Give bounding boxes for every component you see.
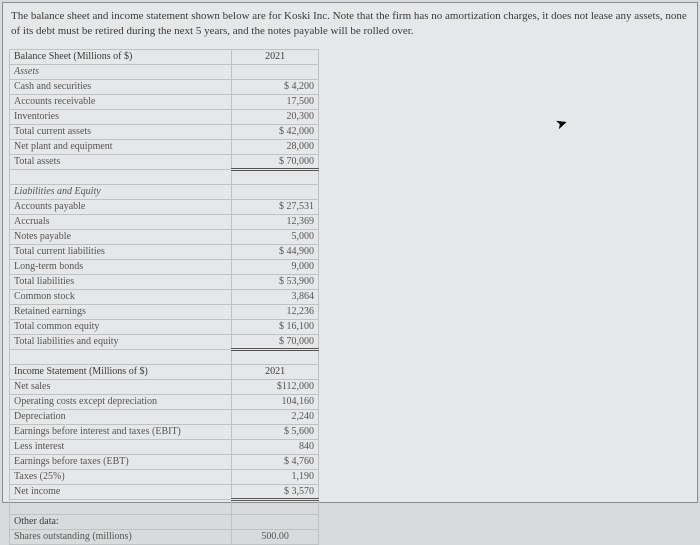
assets-header: Assets bbox=[10, 64, 232, 79]
row-label: Net plant and equipment bbox=[10, 139, 232, 154]
other-title: Other data: bbox=[10, 514, 232, 529]
bs-title: Balance Sheet (Millions of $) bbox=[10, 49, 232, 64]
row-value: $ 44,900 bbox=[232, 244, 319, 259]
row-label: Less interest bbox=[10, 439, 232, 454]
row-value: 12,369 bbox=[232, 214, 319, 229]
row-label: Accruals bbox=[10, 214, 232, 229]
row-label: Net income bbox=[10, 484, 232, 499]
row-value: $ 5,600 bbox=[232, 424, 319, 439]
liab-header: Liabilities and Equity bbox=[10, 184, 232, 199]
row-value: 20,300 bbox=[232, 109, 319, 124]
row-label: Taxes (25%) bbox=[10, 469, 232, 484]
row-label: Inventories bbox=[10, 109, 232, 124]
document-page: The balance sheet and income statement s… bbox=[2, 2, 698, 503]
row-label: Cash and securities bbox=[10, 79, 232, 94]
row-value: $ 53,900 bbox=[232, 274, 319, 289]
row-value: $ 27,531 bbox=[232, 199, 319, 214]
row-label: Shares outstanding (millions) bbox=[10, 529, 232, 544]
row-value: 9,000 bbox=[232, 259, 319, 274]
row-value: $ 16,100 bbox=[232, 319, 319, 334]
row-value: 5,000 bbox=[232, 229, 319, 244]
row-label: Depreciation bbox=[10, 409, 232, 424]
row-label: Notes payable bbox=[10, 229, 232, 244]
row-value: 840 bbox=[232, 439, 319, 454]
row-label: Long-term bonds bbox=[10, 259, 232, 274]
row-label: Total assets bbox=[10, 154, 232, 169]
row-value: $112,000 bbox=[232, 379, 319, 394]
bs-year: 2021 bbox=[232, 49, 319, 64]
row-label: Earnings before interest and taxes (EBIT… bbox=[10, 424, 232, 439]
row-value: 12,236 bbox=[232, 304, 319, 319]
row-label: Operating costs except depreciation bbox=[10, 394, 232, 409]
row-value: 104,160 bbox=[232, 394, 319, 409]
row-label: Total current assets bbox=[10, 124, 232, 139]
is-year: 2021 bbox=[232, 364, 319, 379]
row-label: Total liabilities bbox=[10, 274, 232, 289]
row-label: Retained earnings bbox=[10, 304, 232, 319]
row-value: $ 3,570 bbox=[232, 484, 319, 499]
row-label: Earnings before taxes (EBT) bbox=[10, 454, 232, 469]
row-label: Total liabilities and equity bbox=[10, 334, 232, 349]
row-label: Total common equity bbox=[10, 319, 232, 334]
problem-statement: The balance sheet and income statement s… bbox=[9, 9, 687, 39]
row-value: 2,240 bbox=[232, 409, 319, 424]
row-label: Accounts receivable bbox=[10, 94, 232, 109]
row-value: 500.00 bbox=[232, 529, 319, 544]
row-label: Total current liabilities bbox=[10, 244, 232, 259]
row-value: $ 70,000 bbox=[232, 334, 319, 349]
row-value: 3,864 bbox=[232, 289, 319, 304]
is-title: Income Statement (Millions of $) bbox=[10, 364, 232, 379]
row-label: Accounts payable bbox=[10, 199, 232, 214]
row-label: Common stock bbox=[10, 289, 232, 304]
row-value: 17,500 bbox=[232, 94, 319, 109]
row-value: $ 4,200 bbox=[232, 79, 319, 94]
row-value: 1,190 bbox=[232, 469, 319, 484]
row-label: Net sales bbox=[10, 379, 232, 394]
row-value: 28,000 bbox=[232, 139, 319, 154]
row-value: $ 4,760 bbox=[232, 454, 319, 469]
row-value: $ 70,000 bbox=[232, 154, 319, 169]
row-value: $ 42,000 bbox=[232, 124, 319, 139]
financial-statements-table: Balance Sheet (Millions of $) 2021 Asset… bbox=[9, 49, 319, 545]
